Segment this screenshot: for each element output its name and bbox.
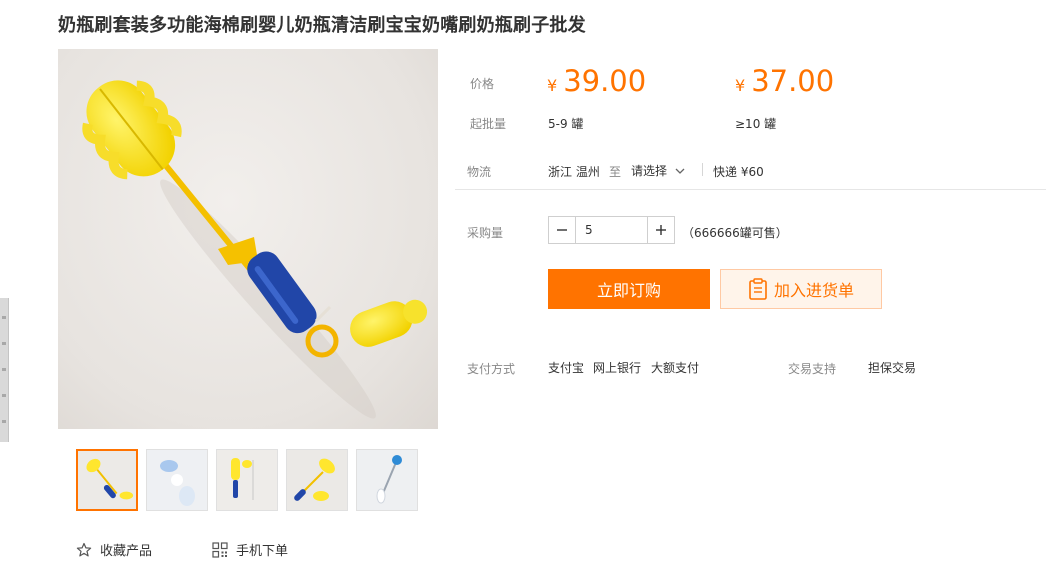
moq-tier-2: ≥10 罐 [735, 117, 777, 131]
section-divider [455, 189, 1046, 190]
add-to-cart-button[interactable]: 加入进货单 [720, 269, 882, 309]
star-outline-icon [76, 542, 92, 558]
price-value: 39.00 [563, 64, 647, 98]
product-title: 奶瓶刷套装多功能海棉刷婴儿奶瓶清洁刷宝宝奶嘴刷奶瓶刷子批发 [58, 15, 586, 36]
qr-code-icon [212, 541, 228, 558]
ship-to-label: 至 [609, 165, 622, 179]
chevron-down-icon [675, 167, 685, 175]
price-tier-2: ¥ 37.00 [735, 64, 834, 98]
payment-label: 支付方式 [467, 362, 516, 376]
shipping-fee: 快递 ¥60 [713, 165, 764, 179]
moq-label: 起批量 [470, 117, 507, 131]
price-value: 37.00 [751, 64, 835, 98]
plus-icon [656, 225, 666, 235]
favorite-label: 收藏产品 [100, 544, 153, 559]
thumbnail-4[interactable] [286, 449, 348, 511]
thumbnail-1[interactable] [76, 449, 138, 511]
destination-select[interactable]: 请选择 [631, 162, 685, 179]
price-tier-1: ¥ 39.00 [547, 64, 646, 98]
mobile-order-action[interactable]: 手机下单 [212, 540, 288, 559]
stock-available: （666666罐可售） [682, 226, 788, 240]
minus-icon [557, 229, 567, 231]
ship-origin: 浙江 温州 [548, 165, 600, 179]
clipboard-icon [748, 278, 768, 300]
trade-support-label: 交易支持 [788, 362, 837, 376]
trade-support-value[interactable]: 担保交易 [868, 359, 916, 376]
product-main-image [58, 49, 438, 429]
side-tab-grip [2, 316, 6, 426]
quantity-input[interactable] [576, 217, 647, 243]
order-now-button[interactable]: 立即订购 [548, 269, 710, 309]
currency-symbol: ¥ [547, 76, 558, 95]
payment-method-online-bank[interactable]: 网上银行 [593, 359, 641, 376]
payment-method-large[interactable]: 大额支付 [651, 359, 699, 376]
mobile-order-label: 手机下单 [236, 544, 289, 559]
order-now-label: 立即订购 [596, 281, 661, 300]
side-feedback-tab[interactable] [0, 298, 9, 442]
quantity-stepper [548, 216, 675, 244]
logistics-label: 物流 [467, 165, 492, 179]
price-label: 价格 [470, 77, 495, 91]
purchase-quantity-label: 采购量 [467, 226, 504, 240]
destination-select-label: 请选择 [631, 164, 668, 178]
shipping-separator [702, 163, 703, 176]
quantity-increase-button[interactable] [647, 217, 674, 243]
thumbnail-5[interactable] [356, 449, 418, 511]
thumbnail-3[interactable] [216, 449, 278, 511]
payment-method-alipay[interactable]: 支付宝 [548, 359, 584, 376]
add-to-cart-label: 加入进货单 [773, 281, 854, 300]
currency-symbol: ¥ [735, 76, 746, 95]
quantity-decrease-button[interactable] [549, 217, 576, 243]
thumbnail-2[interactable] [146, 449, 208, 511]
moq-tier-1: 5-9 罐 [548, 117, 584, 131]
favorite-action[interactable]: 收藏产品 [76, 540, 152, 559]
